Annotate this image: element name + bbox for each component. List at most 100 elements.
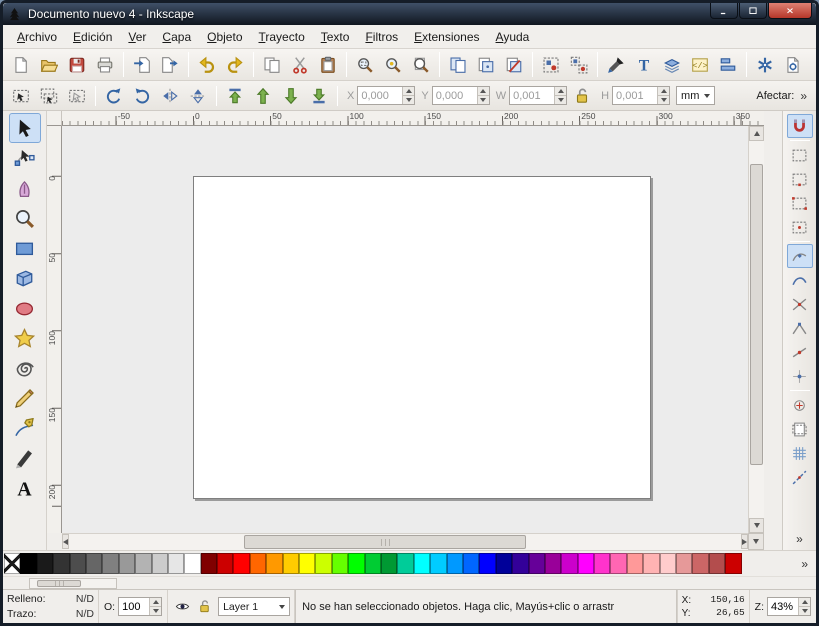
titlebar[interactable]: Documento nuevo 4 - Inkscape [3, 3, 816, 25]
palette-swatch[interactable] [594, 553, 610, 574]
close-button[interactable] [768, 3, 812, 19]
palette-swatch[interactable] [414, 553, 430, 574]
cmd-open-folder-button[interactable] [36, 52, 62, 78]
palette-swatch[interactable] [447, 553, 463, 574]
spin-down-icon[interactable] [799, 607, 810, 615]
spin-down-icon[interactable] [150, 607, 161, 615]
palette-scrollbar[interactable] [29, 578, 117, 589]
palette-swatch[interactable] [512, 553, 528, 574]
palette-swatch[interactable] [283, 553, 299, 574]
palette-swatch[interactable] [561, 553, 577, 574]
zoom-input[interactable] [768, 598, 798, 615]
tc-rotate-cw-button[interactable] [129, 83, 155, 109]
tool-spiral-tool-button[interactable] [9, 353, 41, 383]
menu-texto[interactable]: Texto [313, 26, 358, 48]
snap-nodes-button[interactable] [787, 244, 813, 268]
menu-capa[interactable]: Capa [154, 26, 199, 48]
width-spinner[interactable] [554, 87, 566, 104]
spin-up-icon[interactable] [403, 87, 414, 96]
y-spinner[interactable] [477, 87, 489, 104]
cmd-undo-button[interactable] [194, 52, 220, 78]
snap-enable-button[interactable] [787, 114, 813, 138]
x-spinner[interactable] [402, 87, 414, 104]
palette-swatch[interactable] [479, 553, 495, 574]
cmd-layers-dialog-button[interactable] [659, 52, 685, 78]
cmd-unlink-clone-button[interactable] [501, 52, 527, 78]
palette-swatch[interactable] [725, 553, 741, 574]
spin-down-icon[interactable] [658, 96, 669, 104]
tool-star-tool-button[interactable] [9, 323, 41, 353]
snap-bbox-edges-button[interactable] [787, 167, 813, 191]
snap-guides-button[interactable] [787, 465, 813, 489]
snap-object-centers-button[interactable] [787, 364, 813, 388]
tc-flip-vertical-button[interactable] [185, 83, 211, 109]
palette-swatch[interactable] [152, 553, 168, 574]
palette-swatch[interactable] [430, 553, 446, 574]
palette-swatch[interactable] [496, 553, 512, 574]
menu-edición[interactable]: Edición [65, 26, 120, 48]
vertical-scrollbar[interactable] [748, 126, 764, 533]
tc-lower-button[interactable] [278, 83, 304, 109]
tool-text-tool-button[interactable]: A [9, 473, 41, 503]
y-input[interactable] [433, 87, 477, 104]
palette-swatch[interactable] [201, 553, 217, 574]
scroll-corner-button[interactable] [748, 533, 764, 550]
tool-node-editor-button[interactable] [9, 143, 41, 173]
tc-flip-horizontal-button[interactable] [157, 83, 183, 109]
scroll-right-button[interactable] [741, 534, 748, 549]
cmd-new-document-button[interactable] [8, 52, 34, 78]
menu-ayuda[interactable]: Ayuda [488, 26, 538, 48]
spin-down-icon[interactable] [403, 96, 414, 104]
tool-box3d-tool-button[interactable] [9, 263, 41, 293]
palette-swatch[interactable] [217, 553, 233, 574]
lock-ratio-button[interactable] [569, 83, 595, 109]
palette-swatch[interactable] [627, 553, 643, 574]
tc-select-all-layers-button[interactable] [36, 83, 62, 109]
menu-objeto[interactable]: Objeto [199, 26, 250, 48]
cmd-cut-button[interactable] [287, 52, 313, 78]
menu-trayecto[interactable]: Trayecto [251, 26, 313, 48]
palette-swatch[interactable] [168, 553, 184, 574]
horizontal-scroll-thumb[interactable] [244, 535, 526, 549]
palette-swatch[interactable] [315, 553, 331, 574]
cmd-xml-editor-button[interactable]: </> [687, 52, 713, 78]
tc-lower-to-bottom-button[interactable] [306, 83, 332, 109]
layer-visibility-button[interactable] [172, 597, 192, 617]
fill-stroke-indicator[interactable]: Relleno: N/D Trazo: N/D [3, 590, 99, 623]
palette-menu-button[interactable]: » [793, 557, 816, 571]
tc-deselect-button[interactable] [64, 83, 90, 109]
cmd-export-button[interactable] [157, 52, 183, 78]
palette-swatch[interactable] [233, 553, 249, 574]
menu-archivo[interactable]: Archivo [9, 26, 65, 48]
document-page[interactable] [193, 176, 651, 499]
menu-ver[interactable]: Ver [120, 26, 154, 48]
cmd-fill-stroke-dialog-button[interactable] [603, 52, 629, 78]
layer-lock-button[interactable] [194, 597, 214, 617]
cmd-ungroup-button[interactable] [566, 52, 592, 78]
cmd-save-button[interactable] [64, 52, 90, 78]
palette-swatch[interactable] [332, 553, 348, 574]
tool-calligraphy-tool-button[interactable] [9, 443, 41, 473]
cmd-redo-button[interactable] [222, 52, 248, 78]
palette-swatch[interactable] [365, 553, 381, 574]
palette-swatch[interactable] [266, 553, 282, 574]
cmd-import-button[interactable] [129, 52, 155, 78]
tool-rectangle-tool-button[interactable] [9, 233, 41, 263]
tool-tweak-button[interactable] [9, 173, 41, 203]
tool-ellipse-tool-button[interactable] [9, 293, 41, 323]
cmd-clone-button[interactable] [473, 52, 499, 78]
palette-swatch[interactable] [37, 553, 53, 574]
spin-up-icon[interactable] [799, 598, 810, 607]
width-input[interactable] [510, 87, 554, 104]
palette-swatch[interactable] [660, 553, 676, 574]
tc-raise-to-top-button[interactable] [222, 83, 248, 109]
cmd-copy-button[interactable] [259, 52, 285, 78]
palette-swatch[interactable] [119, 553, 135, 574]
tool-controls-overflow-button[interactable]: » [796, 89, 811, 103]
palette-swatch-none[interactable] [4, 553, 20, 574]
cmd-preferences-button[interactable] [752, 52, 778, 78]
scroll-up-button[interactable] [749, 126, 764, 141]
spin-down-icon[interactable] [555, 96, 566, 104]
palette-swatch[interactable] [529, 553, 545, 574]
horizontal-scrollbar[interactable] [62, 533, 748, 550]
